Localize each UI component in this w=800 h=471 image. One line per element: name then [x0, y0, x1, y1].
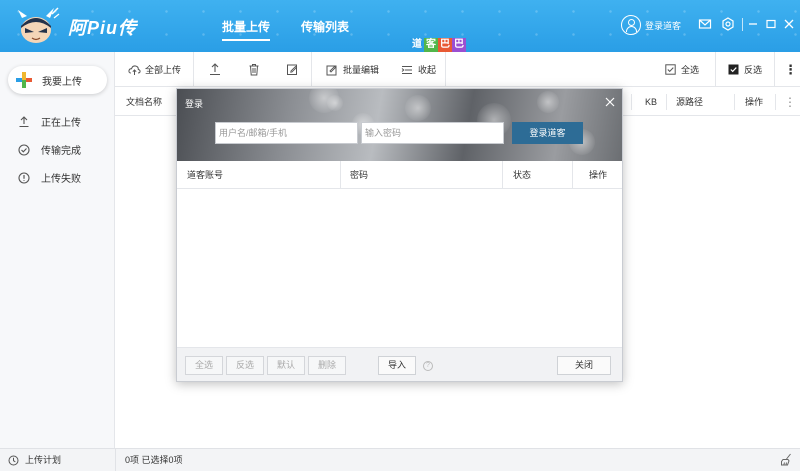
upload-button[interactable]: 我要上传 — [8, 66, 107, 94]
login-link[interactable]: 登录道客 — [621, 15, 681, 35]
login-button[interactable]: 登录道客 — [512, 122, 583, 144]
promo-char: 巴 — [438, 38, 452, 52]
cloud-upload-icon — [128, 65, 141, 75]
batch-edit-button[interactable]: 批量编辑 — [326, 52, 379, 87]
upload-all-label: 全部上传 — [145, 65, 182, 75]
checkbox-outline-icon — [665, 64, 676, 75]
delete-account-button[interactable]: 删除 — [308, 356, 346, 375]
sidebar: 我要上传 正在上传 传输完成 上传失败 — [0, 52, 115, 448]
upload-icon[interactable] — [209, 63, 221, 76]
promo-char: 道 — [410, 38, 424, 52]
dialog-banner: 登录 登录道客 — [177, 89, 622, 161]
sidebar-item-label: 上传失败 — [41, 174, 81, 185]
column-header-status: 状态 — [513, 170, 532, 180]
column-divider — [734, 94, 735, 110]
sidebar-item-label: 传输完成 — [41, 146, 81, 157]
clock-icon — [8, 455, 19, 465]
column-header-actions: 操作 — [589, 170, 608, 180]
dialog-close-icon[interactable] — [605, 97, 615, 107]
upload-plan-button[interactable]: 上传计划 — [8, 449, 61, 471]
username-input[interactable] — [215, 122, 358, 144]
checkbox-filled-icon — [728, 64, 739, 75]
help-icon[interactable]: ? — [423, 361, 433, 371]
column-divider — [775, 94, 776, 110]
titlebar-divider — [742, 18, 743, 31]
selection-count: 0项 已选择0项 — [125, 455, 183, 465]
check-circle-icon — [18, 143, 30, 156]
account-table-header: 道客账号 密码 状态 操作 — [177, 161, 622, 189]
upload-arrow-icon — [19, 115, 29, 127]
promo-char: 巴 — [452, 38, 466, 52]
invert-selection-label: 反选 — [744, 65, 763, 75]
dialog-title: 登录 — [185, 99, 204, 109]
sidebar-item-uploading[interactable]: 正在上传 — [18, 114, 81, 129]
invert-accounts-button[interactable]: 反选 — [226, 356, 264, 375]
select-all-accounts-button[interactable]: 全选 — [185, 356, 223, 375]
batch-edit-icon — [326, 65, 337, 75]
column-divider — [666, 94, 667, 110]
sidebar-item-label: 正在上传 — [41, 118, 81, 129]
password-input[interactable] — [361, 122, 504, 144]
sidebar-item-failed[interactable]: 上传失败 — [18, 170, 81, 185]
mascot-logo-icon — [18, 7, 60, 43]
sidebar-item-completed[interactable]: 传输完成 — [18, 142, 81, 157]
login-label: 登录道客 — [645, 20, 682, 31]
title-bar: 阿Piu传 批量上传 传输列表 道 客 巴 巴 登录道客 — [0, 0, 800, 52]
import-button[interactable]: 导入 — [378, 356, 416, 375]
close-icon[interactable] — [782, 17, 796, 31]
invert-selection-button[interactable]: 反选 — [728, 52, 762, 87]
column-header-source-path[interactable]: 源路径 — [676, 88, 703, 116]
column-header-account: 道客账号 — [187, 170, 224, 180]
app-name: 阿Piu传 — [68, 18, 138, 38]
mail-icon[interactable] — [698, 17, 712, 31]
maximize-icon[interactable] — [764, 17, 778, 31]
column-header-size[interactable]: KB — [645, 88, 657, 116]
toolbar: 全部上传 批量编辑 收起 全选 反选 ⋮ — [115, 52, 800, 87]
promo-char: 客 — [424, 38, 438, 52]
upload-plan-label: 上传计划 — [25, 455, 62, 465]
close-dialog-button[interactable]: 关闭 — [557, 356, 611, 375]
column-header-filename[interactable]: 文档名称 — [126, 88, 162, 116]
column-header-password: 密码 — [350, 170, 369, 180]
trash-icon[interactable] — [248, 63, 260, 76]
account-list — [177, 190, 622, 347]
promo-banner[interactable]: 道 客 巴 巴 — [410, 38, 466, 52]
toolbar-divider — [311, 52, 312, 87]
select-all-button[interactable]: 全选 — [665, 52, 699, 87]
column-divider — [572, 161, 573, 189]
batch-edit-label: 批量编辑 — [343, 65, 380, 75]
column-divider — [340, 161, 341, 189]
toolbar-divider — [715, 52, 716, 87]
collapse-label: 收起 — [418, 65, 437, 75]
alert-circle-icon — [18, 171, 30, 184]
toolbar-divider — [774, 52, 775, 87]
settings-icon[interactable] — [721, 17, 735, 31]
collapse-button[interactable]: 收起 — [401, 52, 436, 87]
toolbar-divider — [193, 52, 194, 87]
user-icon — [621, 15, 641, 35]
login-dialog: 登录 登录道客 道客账号 密码 状态 操作 全选 反选 默认 删除 导入 ? 关… — [176, 88, 623, 382]
select-all-label: 全选 — [681, 65, 700, 75]
plus-icon — [16, 72, 32, 88]
dialog-footer: 全选 反选 默认 删除 导入 ? 关闭 — [177, 347, 622, 381]
upload-button-label: 我要上传 — [42, 76, 82, 88]
column-options-icon[interactable]: ⋮ — [784, 88, 796, 116]
broom-icon[interactable] — [780, 453, 792, 466]
upload-all-button[interactable]: 全部上传 — [128, 52, 181, 87]
column-divider — [631, 94, 632, 110]
default-account-button[interactable]: 默认 — [267, 356, 305, 375]
minimize-icon[interactable] — [746, 17, 760, 31]
statusbar-divider — [115, 449, 116, 471]
collapse-icon — [401, 65, 412, 74]
tab-transfer-list[interactable]: 传输列表 — [301, 18, 349, 35]
tab-batch-upload[interactable]: 批量上传 — [222, 18, 271, 41]
edit-icon[interactable] — [286, 63, 298, 76]
status-bar: 上传计划 0项 已选择0项 — [0, 448, 800, 471]
column-header-actions[interactable]: 操作 — [745, 88, 763, 116]
toolbar-divider — [445, 52, 446, 87]
more-menu-icon[interactable]: ⋮ — [784, 52, 797, 87]
column-divider — [502, 161, 503, 189]
